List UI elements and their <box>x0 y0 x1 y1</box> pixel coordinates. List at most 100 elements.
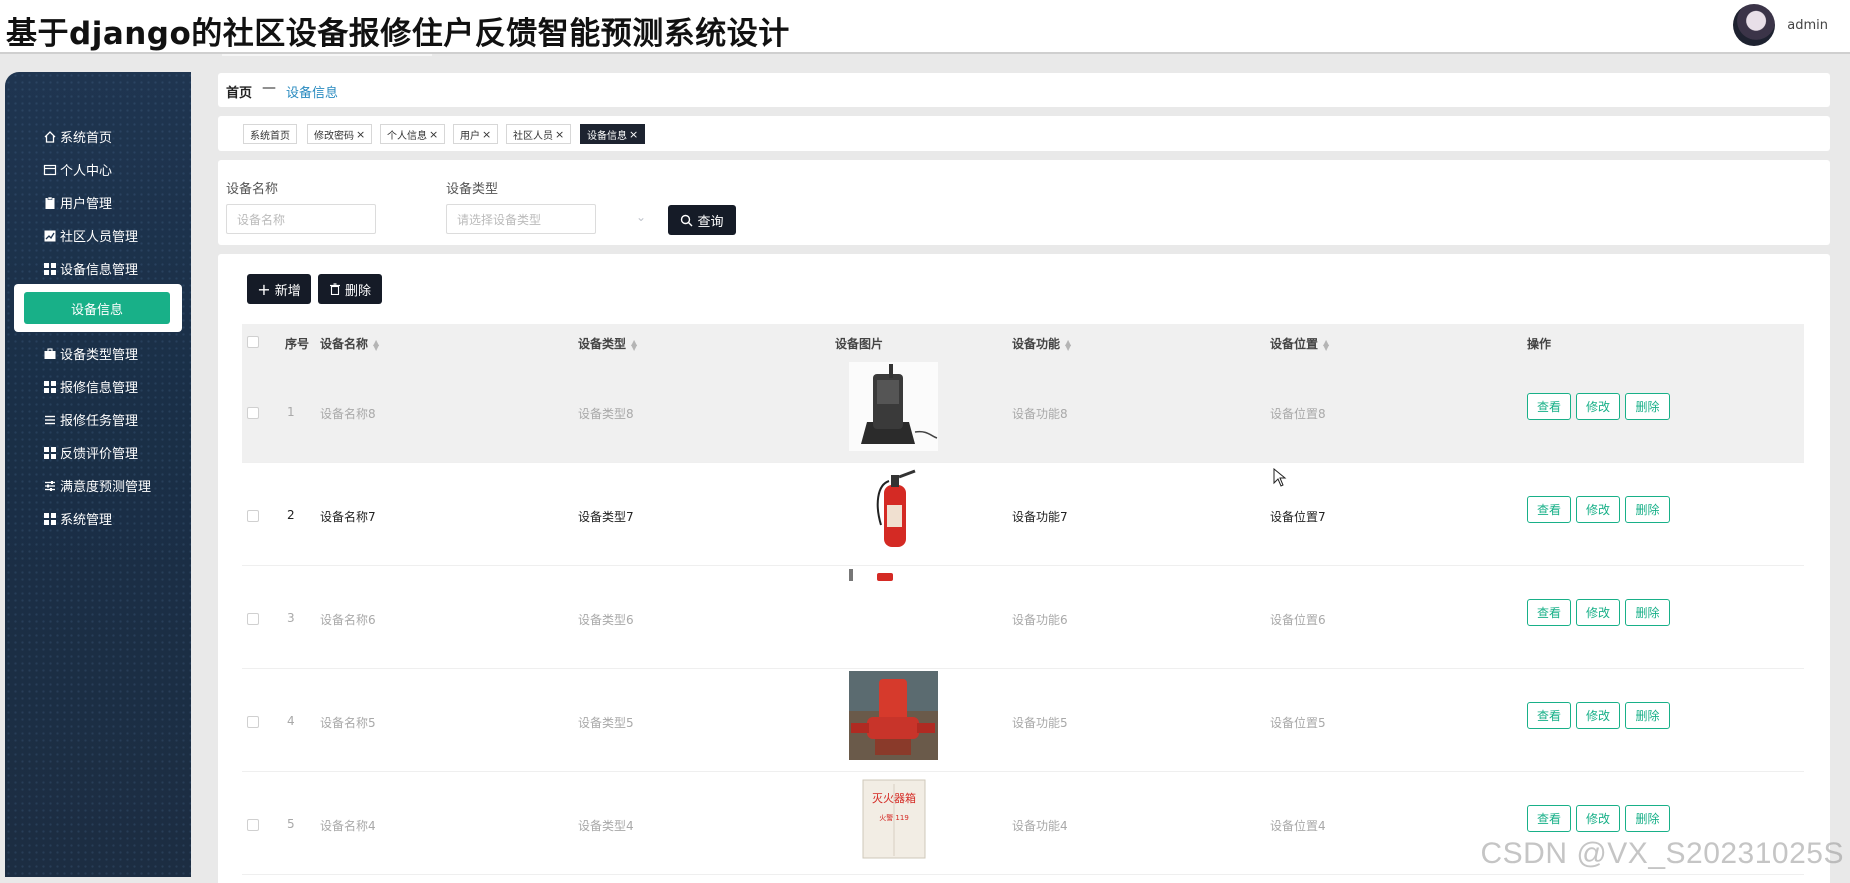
table-row[interactable]: 1 设备名称8 设备类型8 设备功能8 设备位置8 查看 修改 删除 <box>242 360 1804 463</box>
trash-icon <box>329 283 340 295</box>
sidebar-item-system[interactable]: 系统管理 <box>43 509 112 528</box>
row-location: 设备位置4 <box>1270 819 1326 833</box>
query-button[interactable]: 查询 <box>668 205 736 235</box>
row-checkbox[interactable] <box>247 510 259 522</box>
sort-icon: ▲ ▼ <box>373 337 380 352</box>
device-type-select[interactable]: 请选择设备类型 <box>446 204 596 234</box>
delete-button[interactable]: 删除 <box>1625 496 1670 523</box>
submenu-panel: 设备信息 <box>14 284 182 332</box>
sidebar-item-label: 个人中心 <box>60 164 113 179</box>
device-name-label: 设备名称 <box>226 182 279 197</box>
device-image-broken[interactable] <box>849 568 909 582</box>
tag-label: 社区人员 <box>513 130 553 142</box>
edit-button[interactable]: 修改 <box>1576 702 1620 729</box>
view-button[interactable]: 查看 <box>1527 393 1571 420</box>
avatar[interactable] <box>1733 4 1776 46</box>
view-button[interactable]: 查看 <box>1527 702 1571 729</box>
row-location: 设备位置5 <box>1270 716 1326 730</box>
row-name: 设备名称4 <box>320 819 376 833</box>
tag-change-password[interactable]: 修改密码 × <box>307 124 373 144</box>
sidebar-item-device-type[interactable]: 设备类型管理 <box>43 344 138 363</box>
sidebar-item-repair-info[interactable]: 报修信息管理 <box>43 377 138 396</box>
column-function[interactable]: 设备功能 ▲ ▼ <box>1012 335 1071 352</box>
add-button[interactable]: + 新增 <box>247 274 311 304</box>
top-header: 基于django的社区设备报修住户反馈智能预测系统设计 admin <box>0 0 1850 54</box>
tag-label: 个人信息 <box>387 130 427 142</box>
watermark: CSDN @VX_S20231025S <box>1480 837 1844 870</box>
sidebar-item-label: 用户管理 <box>60 197 113 212</box>
device-table-card: + 新增 删除 序号 设备名称 ▲ ▼ 设备类型 ▲ ▼ 设备图片 设备功能 ▲ ▼ 设备位… <box>218 254 1830 883</box>
table-row[interactable]: 3 设备名称6 设备类型6 设备功能6 设备位置6 查看 修改 删除 <box>242 566 1804 669</box>
sidebar-item-home[interactable]: 系统首页 <box>43 127 112 146</box>
row-name: 设备名称6 <box>320 613 376 627</box>
grid-icon <box>43 512 57 526</box>
sidebar-item-profile[interactable]: 个人中心 <box>43 160 112 179</box>
row-checkbox[interactable] <box>247 819 259 831</box>
close-icon[interactable]: × <box>356 128 365 141</box>
edit-button[interactable]: 修改 <box>1576 496 1620 523</box>
row-function: 设备功能5 <box>1012 716 1068 730</box>
tag-users[interactable]: 用户 × <box>453 124 499 144</box>
device-image-fire-box[interactable]: 灭火器箱 火警 119 <box>849 774 938 863</box>
row-checkbox[interactable] <box>247 716 259 728</box>
close-icon[interactable]: × <box>482 128 491 141</box>
device-image-walkie-talkie[interactable] <box>849 362 938 451</box>
profile-card-icon <box>43 163 57 177</box>
row-index: 3 <box>287 611 295 625</box>
chart-icon <box>43 229 57 243</box>
edit-button[interactable]: 修改 <box>1576 393 1620 420</box>
list-icon <box>43 413 57 427</box>
device-image-fire-pump[interactable] <box>849 671 938 760</box>
delete-button[interactable]: 删除 <box>1625 393 1670 420</box>
close-icon[interactable]: × <box>629 128 638 141</box>
column-location[interactable]: 设备位置 ▲ ▼ <box>1270 335 1329 352</box>
row-index: 1 <box>287 405 295 419</box>
row-name: 设备名称8 <box>320 407 376 421</box>
column-name[interactable]: 设备名称 ▲ ▼ <box>320 335 379 352</box>
tag-community-staff[interactable]: 社区人员 × <box>506 124 572 144</box>
row-location: 设备位置7 <box>1270 510 1326 524</box>
view-button[interactable]: 查看 <box>1527 496 1571 523</box>
table-row[interactable]: 4 设备名称5 设备类型5 设备功能5 设备位置5 查看 修改 删除 <box>242 669 1804 772</box>
sidebar-item-satisfaction-prediction[interactable]: 满意度预测管理 <box>43 476 151 495</box>
sidebar-item-device-info[interactable]: 设备信息管理 <box>43 259 138 278</box>
user-name[interactable]: admin <box>1787 18 1828 33</box>
sidebar: 系统首页 个人中心 用户管理 社区人员管理 设备信息管理 设备信息 设备类型管理… <box>5 72 191 877</box>
sidebar-item-community-staff[interactable]: 社区人员管理 <box>43 226 138 245</box>
sidebar-item-repair-task[interactable]: 报修任务管理 <box>43 410 138 429</box>
select-all-checkbox[interactable] <box>247 336 259 348</box>
row-type: 设备类型4 <box>578 819 634 833</box>
submenu-item-device-info[interactable]: 设备信息 <box>24 292 170 324</box>
breadcrumb-current: 设备信息 <box>286 86 339 101</box>
close-icon[interactable]: × <box>555 128 564 141</box>
device-type-label: 设备类型 <box>446 182 499 197</box>
breadcrumb-home[interactable]: 首页 <box>226 82 252 101</box>
grid-icon <box>43 446 57 460</box>
device-name-input[interactable]: 设备名称 <box>226 204 376 234</box>
edit-button[interactable]: 修改 <box>1576 805 1620 832</box>
row-checkbox[interactable] <box>247 613 259 625</box>
tag-home[interactable]: 系统首页 <box>243 124 297 144</box>
tag-personal-info[interactable]: 个人信息 × <box>380 124 446 144</box>
table-header: 序号 设备名称 ▲ ▼ 设备类型 ▲ ▼ 设备图片 设备功能 ▲ ▼ 设备位置 ▲ ▼ 操作 <box>242 324 1804 360</box>
delete-button[interactable]: 删除 <box>1625 599 1670 626</box>
row-type: 设备类型5 <box>578 716 634 730</box>
sidebar-item-feedback[interactable]: 反馈评价管理 <box>43 443 138 462</box>
tag-device-info[interactable]: 设备信息 × <box>580 124 646 144</box>
column-type[interactable]: 设备类型 ▲ ▼ <box>578 335 637 352</box>
delete-button[interactable]: 删除 <box>1625 702 1670 729</box>
table-row[interactable]: 2 设备名称7 设备类型7 设备功能7 设备位置7 查看 修改 删除 <box>242 463 1804 566</box>
sidebar-item-users[interactable]: 用户管理 <box>43 193 112 212</box>
device-image-fire-extinguisher[interactable] <box>849 465 938 554</box>
delete-button[interactable]: 删除 <box>1625 805 1670 832</box>
batch-delete-button[interactable]: 删除 <box>318 274 382 304</box>
view-button[interactable]: 查看 <box>1527 805 1571 832</box>
user-menu[interactable]: admin <box>1733 4 1828 46</box>
view-button[interactable]: 查看 <box>1527 599 1571 626</box>
edit-button[interactable]: 修改 <box>1576 599 1620 626</box>
row-checkbox[interactable] <box>247 407 259 419</box>
chevron-down-icon[interactable]: ⌄ <box>636 210 646 224</box>
row-type: 设备类型7 <box>578 510 634 524</box>
row-index: 5 <box>287 817 295 831</box>
close-icon[interactable]: × <box>429 128 438 141</box>
